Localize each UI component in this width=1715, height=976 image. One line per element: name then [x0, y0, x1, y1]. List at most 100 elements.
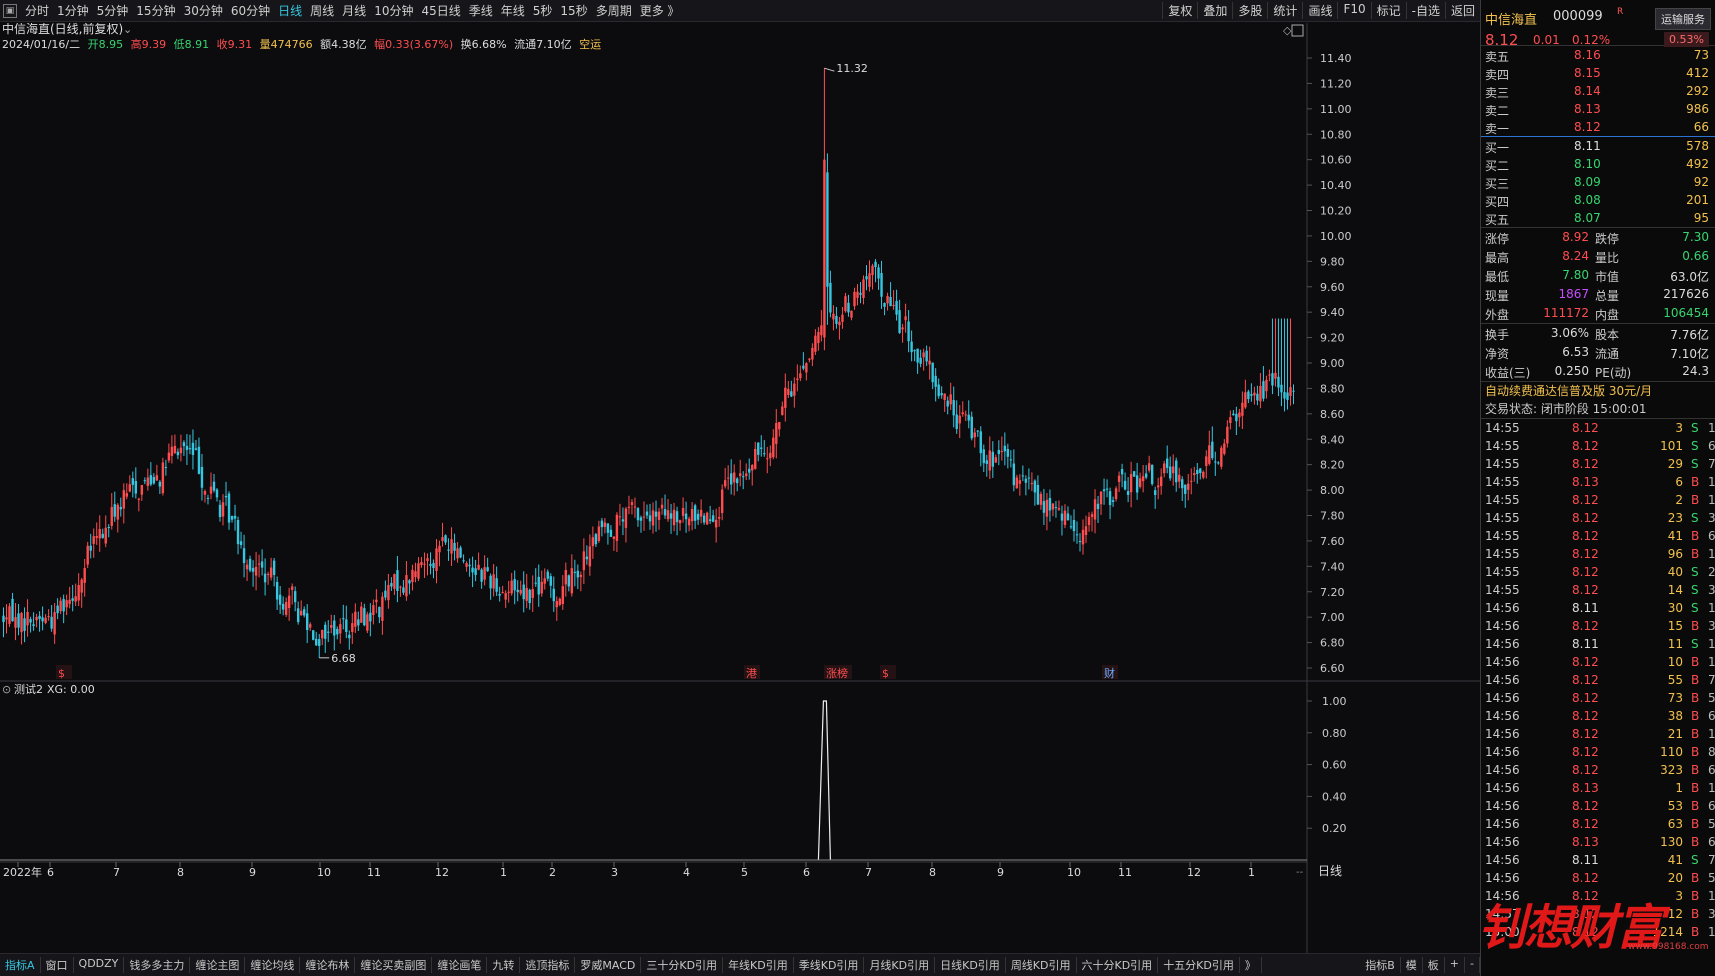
period-tab-10[interactable]: 45日线	[417, 2, 464, 19]
tick-time: 14:56	[1485, 835, 1520, 849]
tick-list[interactable]: 14:55 8.12 3 S 1 14:55 8.12 101 S 6 14:55 8.12 29 S 7 1…	[1481, 419, 1715, 941]
period-tab-0[interactable]: 分时	[21, 2, 53, 19]
candle-body	[708, 519, 712, 521]
tool-button-2[interactable]: 多股	[1232, 2, 1267, 19]
indicator-tab-6[interactable]: 缠论布林	[300, 957, 356, 973]
period-tab-8[interactable]: 月线	[338, 2, 370, 19]
tool-button-0[interactable]: 复权	[1162, 2, 1197, 19]
panel-toggle-icon[interactable]	[1291, 24, 1304, 37]
period-tab-13[interactable]: 5秒	[529, 2, 557, 19]
orderbook.bids-row[interactable]: 买一 8.11 578	[1481, 137, 1715, 155]
tick-volume: 41	[1667, 529, 1683, 543]
indicator-tab-8[interactable]: 缠论画笔	[432, 957, 488, 973]
event-marker[interactable]: 财	[1104, 666, 1115, 680]
indicator-tab-17[interactable]: 周线KD引用	[1006, 957, 1077, 973]
indicator-tab-0[interactable]: 指标A	[0, 957, 41, 973]
candle-body	[1066, 513, 1070, 521]
period-tab-4[interactable]: 30分钟	[180, 2, 227, 19]
tick-volume: 30	[1667, 601, 1683, 615]
orderbook.asks-row[interactable]: 卖二 8.13 986	[1481, 100, 1715, 118]
candle-body	[504, 593, 507, 600]
tick-count: 147	[1708, 925, 1715, 939]
indicator-tab-1[interactable]: 窗口	[41, 957, 74, 973]
layout-icon[interactable]: ▣	[3, 3, 17, 18]
period-tab-3[interactable]: 15分钟	[132, 2, 179, 19]
period-tab-11[interactable]: 季线	[465, 2, 497, 19]
tool-button-8[interactable]: 返回	[1444, 2, 1480, 19]
event-marker[interactable]: $	[882, 667, 889, 680]
candle-body	[513, 579, 516, 591]
candle-body	[245, 564, 249, 570]
indicator-tab-15[interactable]: 月线KD引用	[864, 957, 936, 973]
indicator-tab-5[interactable]: 缠论均线	[245, 957, 301, 973]
candle-body	[1196, 469, 1199, 474]
period-tab-9[interactable]: 10分钟	[370, 2, 417, 19]
indicator-tab-2[interactable]: QDDZY	[74, 957, 125, 973]
indicator-tab-9[interactable]: 九转	[487, 957, 521, 973]
indicator-tab-10[interactable]: 逃顶指标	[520, 957, 576, 973]
diamond-icon[interactable]: ◇	[1283, 24, 1292, 37]
indicator-tab-12[interactable]: 三十分KD引用	[641, 957, 724, 973]
high-annotation-arrow	[824, 67, 835, 72]
tick-row: 14:55 8.12 41 B 6	[1481, 527, 1715, 545]
indicator-tab-13[interactable]: 年线KD引用	[723, 957, 794, 973]
stat-label: 总量	[1595, 289, 1620, 303]
tool-button-3[interactable]: 统计	[1267, 2, 1302, 19]
period-tab-7[interactable]: 周线	[306, 2, 338, 19]
sector-button[interactable]: 运输服务	[1655, 8, 1711, 30]
bottom-tool-1[interactable]: 模	[1401, 957, 1423, 973]
indicator-tab-11[interactable]: 罗威MACD	[575, 957, 642, 973]
candle-body	[787, 388, 790, 395]
candle-body	[384, 590, 387, 598]
candle-body	[360, 606, 363, 623]
promo-banner[interactable]: 自动续费通达信普及版 30元/月	[1481, 381, 1715, 400]
orderbook.asks-row[interactable]: 卖一 8.12 66	[1481, 118, 1715, 136]
bottom-tool-2[interactable]: 板	[1423, 957, 1445, 973]
tick-price: 8.12	[1572, 421, 1599, 435]
orderbook.asks-price: 8.13	[1574, 102, 1601, 116]
tick-side: B	[1691, 907, 1700, 921]
orderbook.bids-row[interactable]: 买四 8.08 201	[1481, 191, 1715, 209]
bottom-tool-0[interactable]: 指标B	[1360, 957, 1401, 973]
tool-button-4[interactable]: 画线	[1302, 2, 1337, 19]
tool-button-5[interactable]: F10	[1337, 2, 1370, 19]
period-tab-6[interactable]: 日线	[274, 2, 306, 19]
orderbook.asks-row[interactable]: 卖四 8.15 412	[1481, 64, 1715, 82]
tool-button-7[interactable]: -自选	[1405, 2, 1445, 19]
bottom-tool-3[interactable]: +	[1445, 957, 1466, 973]
period-tab-14[interactable]: 15秒	[556, 2, 591, 19]
indicator-tab-18[interactable]: 六十分KD引用	[1077, 957, 1159, 973]
orderbook.asks-row[interactable]: 卖五 8.16 73	[1481, 46, 1715, 64]
candle-body	[1169, 466, 1172, 479]
indicator-tab-20[interactable]: 》	[1240, 957, 1262, 973]
indicator-tab-19[interactable]: 十五分KD引用	[1158, 957, 1240, 973]
orderbook.asks-row[interactable]: 卖三 8.14 292	[1481, 82, 1715, 100]
period-tab-15[interactable]: 多周期	[592, 2, 636, 19]
tick-row: 14:56 8.11 11 S 1	[1481, 635, 1715, 653]
period-tab-12[interactable]: 年线	[497, 2, 529, 19]
orderbook.bids-row[interactable]: 买二 8.10 492	[1481, 155, 1715, 173]
event-marker[interactable]: 涨榜	[826, 666, 848, 680]
period-tab-5[interactable]: 60分钟	[227, 2, 274, 19]
orderbook.bids-row[interactable]: 买五 8.07 95	[1481, 209, 1715, 227]
indicator-tab-16[interactable]: 日线KD引用	[935, 957, 1006, 973]
bottom-tool-4[interactable]: -	[1465, 957, 1480, 973]
chart-area[interactable]: 中信海直(日线,前复权) ⌄ ◇ 2024/01/16/二 开8.95 高9.3…	[0, 23, 1480, 953]
time-axis-period[interactable]: 日线	[1318, 864, 1342, 878]
tick-volume: 21	[1667, 727, 1683, 741]
indicator-tab-7[interactable]: 缠论买卖副图	[355, 957, 433, 973]
event-marker[interactable]: 港	[746, 667, 757, 680]
period-tab-16[interactable]: 更多 》	[636, 2, 684, 19]
orderbook.bids-row[interactable]: 买三 8.09 92	[1481, 173, 1715, 191]
tool-button-1[interactable]: 叠加	[1197, 2, 1232, 19]
indicator-collapse-icon[interactable]: ⊙	[2, 683, 11, 696]
indicator-tab-3[interactable]: 钱多多主力	[124, 957, 191, 973]
event-marker[interactable]: $	[58, 667, 65, 680]
time-axis-more-icon[interactable]: --	[1296, 867, 1304, 878]
indicator-tab-4[interactable]: 缠论主图	[190, 957, 246, 973]
period-tab-1[interactable]: 1分钟	[53, 2, 93, 19]
indicator-tab-14[interactable]: 季线KD引用	[794, 957, 865, 973]
tool-button-6[interactable]: 标记	[1370, 2, 1406, 19]
chart-title-dropdown-icon[interactable]: ⌄	[123, 23, 132, 36]
period-tab-2[interactable]: 5分钟	[93, 2, 133, 19]
